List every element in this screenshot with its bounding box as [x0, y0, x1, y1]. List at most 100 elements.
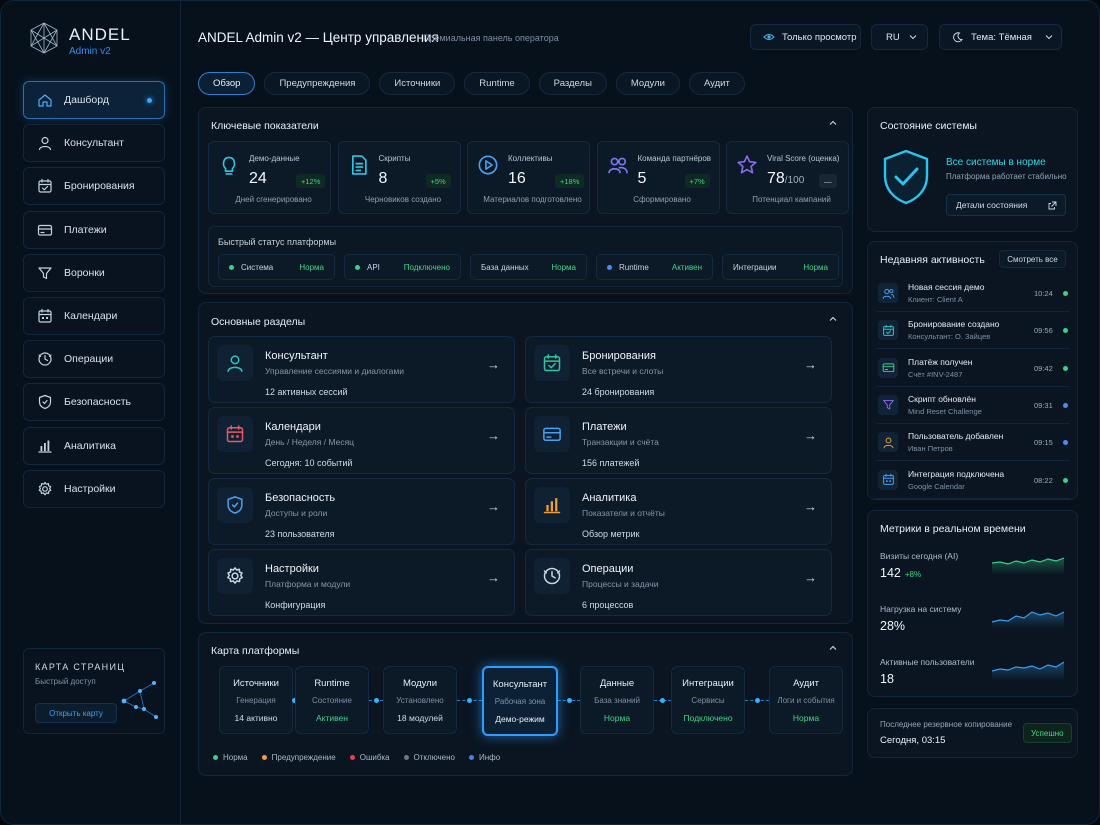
tab[interactable]: Runtime [464, 72, 530, 95]
view-all-button[interactable]: Смотреть все [999, 250, 1066, 268]
section-card[interactable]: Бронирования Все встречи и слоты 24 бронир… [525, 336, 832, 403]
platform-node[interactable]: Runtime Состояние Активен [295, 666, 369, 734]
activity-item[interactable]: Бронирование создано Консультант: О. Зайц… [876, 315, 1070, 350]
section-card[interactable]: Платежи Транзакции и счёта 156 платежей → [525, 407, 832, 474]
activity-item[interactable]: Новая сессия демо Клиент: Client A 10:24 [876, 278, 1070, 312]
platform-node[interactable]: Интеграции Сервисы Подключено [671, 666, 745, 734]
tab[interactable]: Аудит [688, 72, 745, 95]
sidebar-item-icon [37, 351, 53, 367]
legend-item: Предупреждение [261, 753, 336, 762]
section-card[interactable]: Настройки Платформа и модули Конфигурация → [208, 549, 515, 616]
activity-subtitle: Google Calendar [908, 481, 965, 491]
sidebar-item[interactable]: Настройки [23, 469, 165, 508]
arrow-right-icon: → [804, 428, 817, 443]
chevron-down-icon [1045, 35, 1053, 40]
platform-link-dot [373, 698, 379, 703]
clock-icon [38, 352, 52, 366]
sidebar-item[interactable]: Консультант [23, 124, 165, 163]
kpi-card[interactable]: Viral Score (оценка) 78/100 — Потенциал кам… [726, 141, 849, 214]
activity-item[interactable]: Скрипт обновлён Mind Reset Challenge 09:31 [876, 390, 1070, 424]
section-card[interactable]: Календари День / Неделя / Месяц Сегодня: 1… [208, 407, 515, 474]
section-subtitle: Процессы и задачи [582, 579, 659, 589]
sidebar-item[interactable]: Календари [23, 296, 165, 335]
kpi-card[interactable]: Коллективы 16 +18% Материалов подготовлено [467, 141, 590, 214]
kpi-card[interactable]: Демо-данные 24 +12% Дней сгенерировано [208, 141, 331, 214]
calendar-icon [38, 308, 52, 323]
status-details-button[interactable]: Детали состояния [946, 194, 1066, 216]
sidebar-item[interactable]: Воронки [23, 253, 165, 292]
gear-icon [38, 481, 52, 495]
kpi-name: Команда партнёров [637, 154, 712, 163]
sidebar-item[interactable]: Дашборд [23, 81, 165, 119]
sidebar-item[interactable]: Операции [23, 340, 165, 379]
logo[interactable]: ANDEL Admin v2 [27, 21, 167, 61]
legend-dot [349, 755, 355, 760]
sidebar-item-icon [37, 394, 53, 410]
activity-item[interactable]: Платёж получен Счёт #INV-2487 09:42 [876, 353, 1070, 387]
platform-node[interactable]: Данные База знаний Норма [580, 666, 654, 734]
kpi-value-number: 5 [637, 170, 647, 187]
sidebar-item-label: Бронирования [64, 180, 135, 193]
eye-icon [763, 34, 775, 40]
section-card[interactable]: Аналитика Показатели и отчёты Обзор метрик… [525, 478, 832, 545]
platform-node[interactable]: Модули Установлено 18 модулей [383, 666, 457, 734]
section-card[interactable]: Операции Процессы и задачи 6 процессов → [525, 549, 832, 616]
platform-map-panel: Карта платформы Источники Генерация 14 акт… [198, 632, 853, 776]
platform-node-title: Интеграции [682, 678, 734, 689]
metric-label: Активные пользователи [880, 657, 975, 667]
tab[interactable]: Обзор [198, 72, 256, 95]
sidebar-item-label: Безопасность [64, 396, 131, 409]
kpi-panel-title: Ключевые показатели [211, 120, 319, 132]
section-card[interactable]: Консультант Управление сессиями и диалога… [208, 336, 515, 403]
chevron-up-icon[interactable] [828, 118, 838, 128]
tab[interactable]: Разделы [538, 72, 607, 95]
platform-node[interactable]: Аудит Логи и события Норма [769, 666, 843, 734]
platform-node-subtitle: Генерация [236, 696, 276, 705]
users-icon [882, 288, 894, 299]
platform-node[interactable]: Консультант Рабочая зона Демо-режим [482, 666, 558, 736]
kpi-value: 8 [379, 170, 388, 188]
metrics-panel: Метрики в реальном времени Визиты сегодн… [867, 510, 1078, 697]
sidebar-item[interactable]: Безопасность [23, 383, 165, 422]
chevron-up-icon[interactable] [828, 643, 838, 653]
activity-item[interactable]: Интеграция подключена Google Calendar 08:2… [876, 465, 1070, 499]
status-pill: База данных Норма [470, 254, 587, 280]
logo-icon [30, 22, 58, 54]
moon-icon [953, 31, 963, 42]
open-map-button[interactable]: Открыть карту [35, 703, 117, 723]
tab[interactable]: Источники [379, 72, 456, 95]
legend-item: Норма [213, 753, 248, 762]
chevron-up-icon[interactable] [828, 314, 838, 324]
activity-title: Новая сессия демо [908, 282, 985, 292]
activity-time: 09:31 [1034, 400, 1053, 410]
kpi-note: Потенциал кампаний [752, 195, 831, 204]
language-select[interactable]: RU [871, 24, 928, 50]
metric-value: 28% [880, 619, 905, 633]
tab[interactable]: Модули [615, 72, 680, 95]
activity-title: Интеграция подключена [908, 468, 1005, 479]
status-value: Норма [551, 262, 576, 272]
shield-icon [227, 496, 243, 514]
kpi-card[interactable]: Скрипты 8 +5% Черновиков создано [337, 141, 461, 214]
sidebar-item[interactable]: Аналитика [23, 426, 165, 465]
system-ok-text: Все системы в норме [946, 157, 1046, 168]
card-icon [37, 224, 53, 236]
system-state-panel: Состояние системы Все системы в норме Пл… [867, 107, 1078, 232]
section-count: 156 платежей [582, 458, 640, 468]
sidebar-item[interactable]: Бронирования [23, 167, 165, 206]
backup-label: Последнее резервное копирование [880, 720, 1013, 729]
play-icon [478, 155, 498, 175]
sidebar-item-label: Консультант [64, 137, 124, 150]
metric-sparkline [991, 606, 1066, 631]
tab[interactable]: Предупреждения [264, 72, 371, 95]
readonly-button[interactable]: Только просмотр [750, 24, 861, 50]
activity-item[interactable]: Пользователь добавлен Иван Петров 09:15 [876, 427, 1070, 462]
legend-label: Инфо [479, 753, 501, 762]
status-name: API [367, 262, 380, 272]
section-card[interactable]: Безопасность Доступы и роли 23 пользовател… [208, 478, 515, 545]
sidebar-item[interactable]: Платежи [23, 210, 165, 249]
theme-select[interactable]: Тема: Тёмная [939, 24, 1062, 50]
platform-node[interactable]: Источники Генерация 14 активно [219, 666, 293, 734]
logo-title: ANDEL [69, 25, 131, 44]
kpi-card[interactable]: Команда партнёров 5 +7% Сформировано [596, 141, 720, 214]
